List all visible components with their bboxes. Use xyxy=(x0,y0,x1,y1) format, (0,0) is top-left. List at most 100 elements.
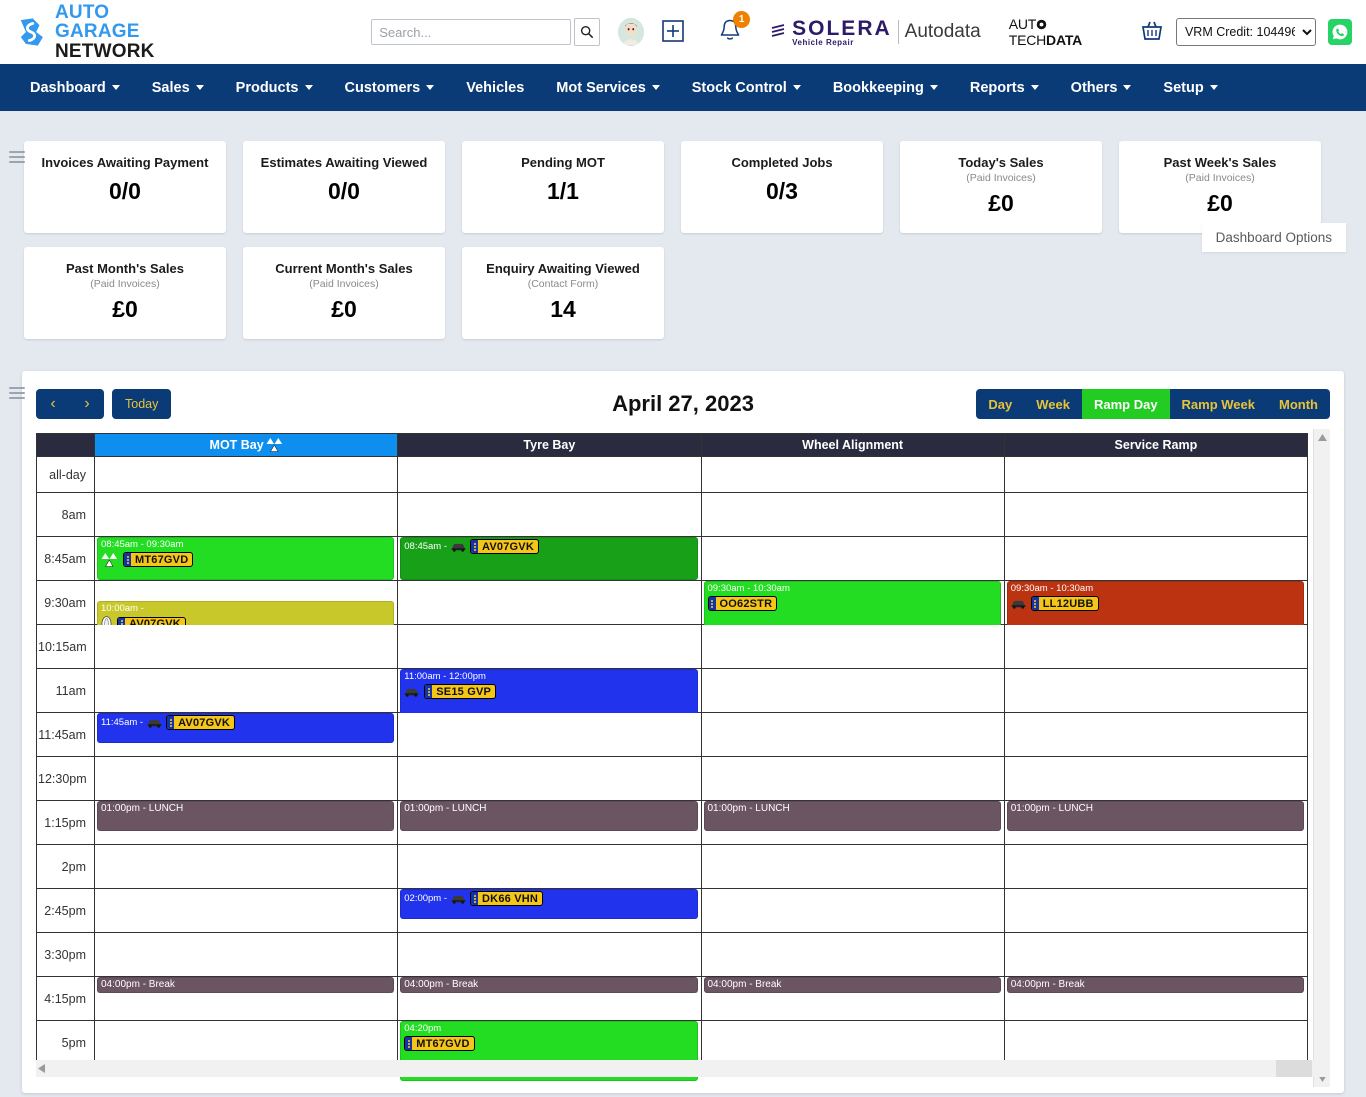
search-button[interactable] xyxy=(574,18,601,46)
view-button-month[interactable]: Month xyxy=(1267,389,1330,419)
calendar-slot[interactable] xyxy=(1003,756,1309,801)
nav-item-dashboard[interactable]: Dashboard xyxy=(14,64,136,111)
calendar-event[interactable]: 04:00pm - Break xyxy=(97,977,395,993)
nav-item-setup[interactable]: Setup xyxy=(1147,64,1233,111)
calendar-slot[interactable]: 04:20pm MT67GVD xyxy=(397,1020,702,1081)
calendar-slot[interactable]: 01:00pm - LUNCH xyxy=(397,800,702,845)
allday-slot[interactable] xyxy=(700,456,1005,493)
calendar-slot[interactable]: 04:00pm - Break xyxy=(1003,976,1309,1021)
calendar-slot[interactable] xyxy=(397,492,702,537)
calendar-slot[interactable] xyxy=(700,756,1005,801)
allday-slot[interactable] xyxy=(1003,456,1309,493)
calendar-slot[interactable] xyxy=(397,712,702,757)
calendar-event[interactable]: 08:45am - AV07GVK xyxy=(400,537,698,580)
calendar-slot[interactable]: 01:00pm - LUNCH xyxy=(700,800,1005,845)
app-logo[interactable]: AUTO GARAGE NETWORK xyxy=(14,3,185,61)
calendar-slot[interactable] xyxy=(1003,624,1309,669)
stat-card[interactable]: Invoices Awaiting Payment 0/0 xyxy=(24,141,226,233)
stat-card[interactable]: Completed Jobs 0/3 xyxy=(681,141,883,233)
calendar-slot[interactable]: 04:00pm - Break xyxy=(93,976,399,1021)
calendar-slot[interactable]: 04:00pm - Break xyxy=(700,976,1005,1021)
vrm-credit-select[interactable]: VRM Credit: 104496 xyxy=(1175,18,1316,46)
add-new-button[interactable] xyxy=(662,19,684,45)
dashboard-options-tab[interactable]: Dashboard Options xyxy=(1201,223,1346,252)
nav-item-others[interactable]: Others xyxy=(1055,64,1148,111)
solera-autodata-logo[interactable]: SOLERA Vehicle Repair Autodata xyxy=(770,17,981,47)
calendar-prev-button[interactable]: ‹ xyxy=(36,389,70,419)
calendar-slot[interactable] xyxy=(1003,932,1309,977)
stat-card[interactable]: Current Month's Sales (Paid Invoices) £0 xyxy=(243,247,445,339)
nav-item-stock-control[interactable]: Stock Control xyxy=(676,64,817,111)
calendar-column-header-tyre-bay[interactable]: Tyre Bay xyxy=(397,433,702,457)
calendar-event[interactable]: 04:00pm - Break xyxy=(703,977,1001,993)
search-input[interactable] xyxy=(371,19,572,45)
avatar[interactable] xyxy=(618,18,645,46)
nav-item-bookkeeping[interactable]: Bookkeeping xyxy=(817,64,954,111)
calendar-column-header-wheel-alignment[interactable]: Wheel Alignment xyxy=(700,433,1005,457)
scroll-left-arrow[interactable] xyxy=(38,1064,45,1073)
calendar-slot[interactable] xyxy=(93,756,399,801)
calendar-event[interactable]: 11:45am - AV07GVK xyxy=(97,713,395,743)
nav-item-mot-services[interactable]: Mot Services xyxy=(540,64,675,111)
nav-item-sales[interactable]: Sales xyxy=(136,64,220,111)
notifications-button[interactable]: 1 xyxy=(718,11,751,46)
autotechdata-logo[interactable]: AUTTECHDATA xyxy=(1009,16,1112,48)
stat-card[interactable]: Past Week's Sales (Paid Invoices) £0 xyxy=(1119,141,1321,233)
calendar-today-button[interactable]: Today xyxy=(112,389,172,419)
calendar-slot[interactable]: 11:45am - AV07GVK xyxy=(93,712,399,757)
calendar-slot[interactable] xyxy=(397,580,702,625)
horizontal-scroll-thumb[interactable] xyxy=(1276,1060,1312,1077)
nav-item-vehicles[interactable]: Vehicles xyxy=(450,64,540,111)
calendar-slot[interactable] xyxy=(700,888,1005,933)
basket-button[interactable] xyxy=(1140,20,1164,45)
allday-slot[interactable] xyxy=(397,456,702,493)
calendar-slot[interactable] xyxy=(93,932,399,977)
stat-card[interactable]: Estimates Awaiting Viewed 0/0 xyxy=(243,141,445,233)
calendar-slot[interactable] xyxy=(93,492,399,537)
calendar-slot[interactable] xyxy=(1003,668,1309,713)
calendar-horizontal-scrollbar[interactable] xyxy=(36,1060,1330,1077)
calendar-slot[interactable]: 09:30am - 10:30am LL12UBB xyxy=(1003,580,1309,639)
calendar-slot[interactable]: 09:30am - 10:30am OO62STR xyxy=(700,580,1005,639)
stat-card[interactable]: Pending MOT 1/1 xyxy=(462,141,664,233)
calendar-slot[interactable] xyxy=(700,536,1005,581)
calendar-slot[interactable] xyxy=(1003,844,1309,889)
calendar-slot[interactable] xyxy=(700,932,1005,977)
view-button-ramp-day[interactable]: Ramp Day xyxy=(1081,389,1170,419)
calendar-slot[interactable] xyxy=(1003,492,1309,537)
calendar-slot[interactable]: 01:00pm - LUNCH xyxy=(1003,800,1309,845)
view-button-ramp-week[interactable]: Ramp Week xyxy=(1169,389,1268,419)
calendar-event[interactable]: 01:00pm - LUNCH xyxy=(97,801,395,831)
calendar-slot[interactable] xyxy=(397,844,702,889)
stat-card[interactable]: Today's Sales (Paid Invoices) £0 xyxy=(900,141,1102,233)
view-button-day[interactable]: Day xyxy=(976,389,1025,419)
calendar-column-header-mot-bay[interactable]: MOT Bay xyxy=(93,433,399,457)
calendar-slot[interactable] xyxy=(700,712,1005,757)
calendar-column-header-service-ramp[interactable]: Service Ramp xyxy=(1003,433,1309,457)
view-button-week[interactable]: Week xyxy=(1024,389,1082,419)
calendar-next-button[interactable]: › xyxy=(70,389,104,419)
calendar-slot[interactable]: 11:00am - 12:00pm SE15 GVP xyxy=(397,668,702,729)
calendar-event[interactable]: 04:00pm - Break xyxy=(1006,977,1304,993)
calendar-slot[interactable]: 08:45am - 09:30am MT67GVD xyxy=(93,536,399,581)
calendar-slot[interactable]: 01:00pm - LUNCH xyxy=(93,800,399,845)
calendar-event[interactable]: 08:45am - 09:30am MT67GVD xyxy=(97,537,395,580)
calendar-slot[interactable] xyxy=(700,844,1005,889)
calendar-slot[interactable]: 02:00pm - DK66 VHN xyxy=(397,888,702,933)
calendar-vertical-scrollbar[interactable] xyxy=(1313,429,1330,1087)
calendar-slot[interactable] xyxy=(1003,712,1309,757)
calendar-slot[interactable] xyxy=(700,668,1005,713)
calendar-slot[interactable] xyxy=(93,844,399,889)
calendar-slot[interactable]: 10:00am -AV07GVK xyxy=(93,580,399,631)
calendar-event[interactable]: 01:00pm - LUNCH xyxy=(400,801,698,831)
scroll-up-arrow[interactable] xyxy=(1314,429,1330,446)
calendar-event[interactable]: 01:00pm - LUNCH xyxy=(703,801,1001,831)
calendar-slot[interactable] xyxy=(700,624,1005,669)
calendar-event[interactable]: 02:00pm - DK66 VHN xyxy=(400,889,698,919)
calendar-slot[interactable] xyxy=(1003,1020,1309,1065)
nav-item-customers[interactable]: Customers xyxy=(329,64,451,111)
stat-card[interactable]: Enquiry Awaiting Viewed (Contact Form) 14 xyxy=(462,247,664,339)
nav-item-products[interactable]: Products xyxy=(220,64,329,111)
allday-slot[interactable] xyxy=(93,456,399,493)
calendar-slot[interactable] xyxy=(1003,536,1309,581)
